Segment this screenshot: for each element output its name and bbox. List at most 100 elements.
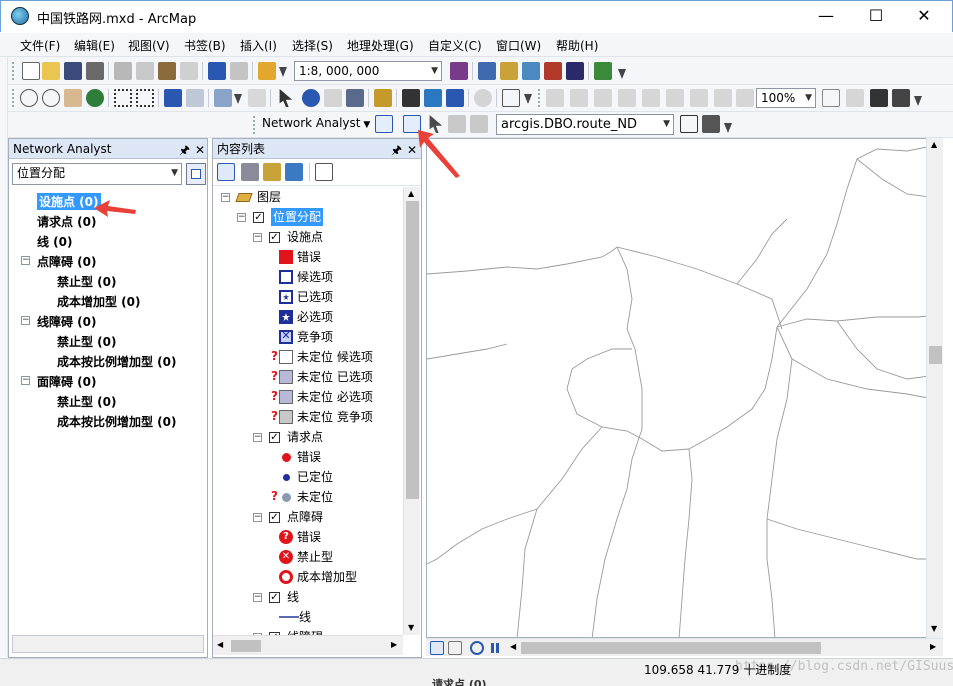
html-popup-icon[interactable] [346, 89, 364, 107]
zoom-out-icon[interactable] [42, 89, 60, 107]
paste-icon[interactable] [158, 62, 176, 80]
layer-visibility-checkbox[interactable]: ✓ [269, 512, 280, 523]
list-by-selection-icon[interactable] [285, 163, 303, 181]
menu-file[interactable]: 文件(F) [20, 37, 60, 54]
layer-name[interactable]: 线障碍 [287, 627, 323, 635]
chevron-up-icon[interactable]: ▲ [931, 140, 937, 149]
tree-expander-icon[interactable]: − [237, 213, 246, 222]
menu-geoprocessing[interactable]: 地理处理(G) [347, 37, 414, 54]
network-analyst-menu[interactable]: Network Analyst ▼ [262, 116, 370, 130]
table-of-contents-icon[interactable] [478, 62, 496, 80]
layer-name[interactable]: 设施点 [287, 227, 323, 247]
scrollbar-thumb[interactable] [406, 201, 419, 499]
network-analyst-class-item[interactable]: 线障碍 (0) [37, 313, 97, 330]
forward-arrow-icon[interactable] [186, 89, 204, 107]
menu-customize[interactable]: 自定义(C) [428, 37, 482, 54]
go-forward-extent-icon[interactable] [736, 89, 754, 107]
cut-icon[interactable] [114, 62, 132, 80]
menu-edit[interactable]: 编辑(E) [74, 37, 115, 54]
network-dataset-combo[interactable]: arcgis.DBO.route_ND ▼ [496, 114, 674, 135]
python-window-icon[interactable] [566, 62, 584, 80]
layer-name[interactable]: 图层 [257, 187, 281, 207]
hyperlink-icon[interactable] [324, 89, 342, 107]
find-route-icon[interactable] [424, 89, 442, 107]
data-view-icon[interactable] [430, 641, 444, 655]
tree-expander-icon[interactable]: − [253, 233, 262, 242]
maximize-button[interactable]: ☐ [853, 1, 899, 31]
scrollbar-thumb[interactable] [521, 642, 821, 654]
tree-expander-icon[interactable]: − [21, 256, 30, 265]
chevron-left-icon[interactable]: ◀ [510, 642, 516, 651]
print-icon[interactable] [86, 62, 104, 80]
toolbar-grip[interactable] [538, 89, 541, 107]
fixed-zoom-out-icon[interactable] [136, 89, 154, 107]
network-analyst-class-item[interactable]: 请求点 (0) [37, 213, 97, 230]
copy-icon[interactable] [136, 62, 154, 80]
time-slider-icon[interactable] [474, 89, 492, 107]
options-icon[interactable] [315, 163, 333, 181]
layout-zoom-combo[interactable]: 100% ▼ [756, 88, 816, 108]
save-icon[interactable] [64, 62, 82, 80]
list-by-drawing-order-icon[interactable] [217, 163, 235, 181]
menu-windows[interactable]: 窗口(W) [496, 37, 541, 54]
tree-expander-icon[interactable]: − [253, 593, 262, 602]
layer-name[interactable]: 请求点 [287, 427, 323, 447]
find-binoculars-icon[interactable] [402, 89, 420, 107]
focus-data-frame-icon[interactable] [846, 89, 864, 107]
menu-view[interactable]: 视图(V) [128, 37, 170, 54]
layout-pan-icon[interactable] [594, 89, 612, 107]
toolbar-grip[interactable] [12, 62, 15, 80]
layer-visibility-checkbox[interactable]: ✓ [269, 592, 280, 603]
horizontal-scrollbar[interactable]: ◀ ▶ [213, 635, 403, 655]
catalog-icon[interactable] [500, 62, 518, 80]
menu-help[interactable]: 帮助(H) [556, 37, 598, 54]
add-data-icon[interactable] [258, 62, 276, 80]
list-by-visibility-icon[interactable] [263, 163, 281, 181]
pause-drawing-icon[interactable] [488, 641, 502, 655]
tree-expander-icon[interactable]: − [21, 376, 30, 385]
search-window-icon[interactable] [522, 62, 540, 80]
chevron-right-icon[interactable]: ▶ [391, 640, 397, 649]
network-analyst-class-item[interactable]: 禁止型 (0) [57, 273, 117, 290]
chevron-left-icon[interactable]: ◀ [217, 640, 223, 649]
fixed-zoom-out-layout-icon[interactable] [690, 89, 708, 107]
menu-bookmarks[interactable]: 书签(B) [184, 37, 226, 54]
network-analyst-class-item[interactable]: 线 (0) [37, 233, 73, 250]
map-vertical-scrollbar[interactable]: ▲ ▼ [926, 138, 943, 638]
data-driven-pages-icon[interactable] [892, 89, 910, 107]
minimize-button[interactable]: — [803, 1, 849, 31]
zoom-in-icon[interactable] [20, 89, 38, 107]
map-display[interactable] [426, 138, 943, 638]
toolbar-options-icon[interactable] [524, 94, 532, 104]
go-to-xy-icon[interactable] [446, 89, 464, 107]
network-analyst-class-item[interactable]: 禁止型 (0) [57, 393, 117, 410]
analysis-layer-combo[interactable]: 位置分配 ▼ [12, 163, 182, 185]
network-analyst-class-item[interactable]: 禁止型 (0) [57, 333, 117, 350]
tree-expander-icon[interactable]: − [253, 433, 262, 442]
toolbar-options-icon[interactable] [618, 69, 626, 79]
tree-expander-icon[interactable]: − [221, 193, 230, 202]
layer-name[interactable]: 线 [287, 587, 299, 607]
select-elements-pointer-icon[interactable] [279, 89, 293, 107]
go-back-extent-icon[interactable] [714, 89, 732, 107]
list-by-source-icon[interactable] [241, 163, 259, 181]
scrollbar-thumb[interactable] [231, 640, 261, 652]
identify-icon[interactable] [302, 89, 320, 107]
network-analyst-class-item[interactable]: 面障碍 (0) [37, 373, 97, 390]
chevron-down-icon[interactable]: ▼ [408, 623, 414, 632]
zoom-100-percent-icon[interactable] [642, 89, 660, 107]
scrollbar-thumb[interactable] [929, 346, 942, 364]
close-panel-icon[interactable]: ✕ [195, 140, 205, 160]
network-analyst-class-item[interactable]: 成本增加型 (0) [57, 293, 141, 310]
network-identify-icon[interactable] [702, 115, 720, 133]
zoom-whole-page-icon[interactable] [618, 89, 636, 107]
layout-zoom-out-icon[interactable] [570, 89, 588, 107]
layer-name[interactable]: 点障碍 [287, 507, 323, 527]
new-document-icon[interactable] [22, 62, 40, 80]
tree-expander-icon[interactable]: − [21, 316, 30, 325]
open-folder-icon[interactable] [42, 62, 60, 80]
toolbar-options-icon[interactable] [914, 96, 922, 106]
add-data-dropdown-icon[interactable] [279, 67, 287, 77]
menu-insert[interactable]: 插入(I) [240, 37, 277, 54]
layer-name[interactable]: 位置分配 [271, 208, 324, 226]
